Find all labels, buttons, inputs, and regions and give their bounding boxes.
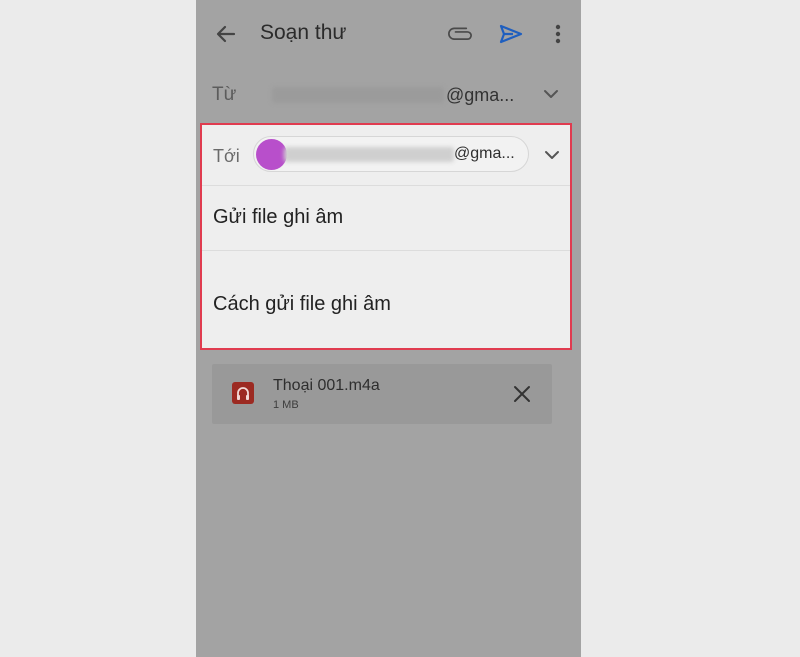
from-label: Từ [212,84,237,105]
subject-field[interactable]: Gửi file ghi âm [202,186,570,251]
arrow-left-icon[interactable] [214,22,238,46]
recipient-chip[interactable]: @gma... [253,136,529,172]
audio-file-icon [232,382,254,404]
close-icon[interactable] [512,384,532,404]
attachment-size: 1 MB [273,399,299,411]
subject-text: Gửi file ghi âm [213,206,344,228]
send-icon[interactable] [498,22,524,46]
body-field[interactable]: Cách gửi file ghi âm [202,251,570,348]
to-field[interactable]: Tới @gma... [202,125,570,186]
chevron-down-icon[interactable] [542,147,562,163]
attachment-name: Thoại 001.m4a [273,377,380,394]
more-vert-icon[interactable] [548,22,568,46]
highlighted-compose-fields: Tới @gma... Gửi file ghi âm Cách gửi fil… [200,123,572,350]
page-title: Soạn thư [260,21,347,44]
recipient-address-redacted [284,147,454,162]
from-field[interactable]: Từ @gma... [196,68,581,120]
paperclip-icon[interactable] [448,22,474,46]
from-address: @gma... [446,85,515,105]
screenshot-stage: Soạn thư Từ @gma... Thoại 001.m4a 1 MB T… [0,0,800,657]
avatar [256,139,287,170]
body-text: Cách gửi file ghi âm [213,293,391,315]
chevron-down-icon[interactable] [541,86,561,102]
attachment-card[interactable]: Thoại 001.m4a 1 MB [212,364,552,424]
recipient-address: @gma... [454,145,515,162]
to-label: Tới [213,146,240,166]
app-bar: Soạn thư [196,0,581,68]
from-address-redacted [272,87,444,103]
